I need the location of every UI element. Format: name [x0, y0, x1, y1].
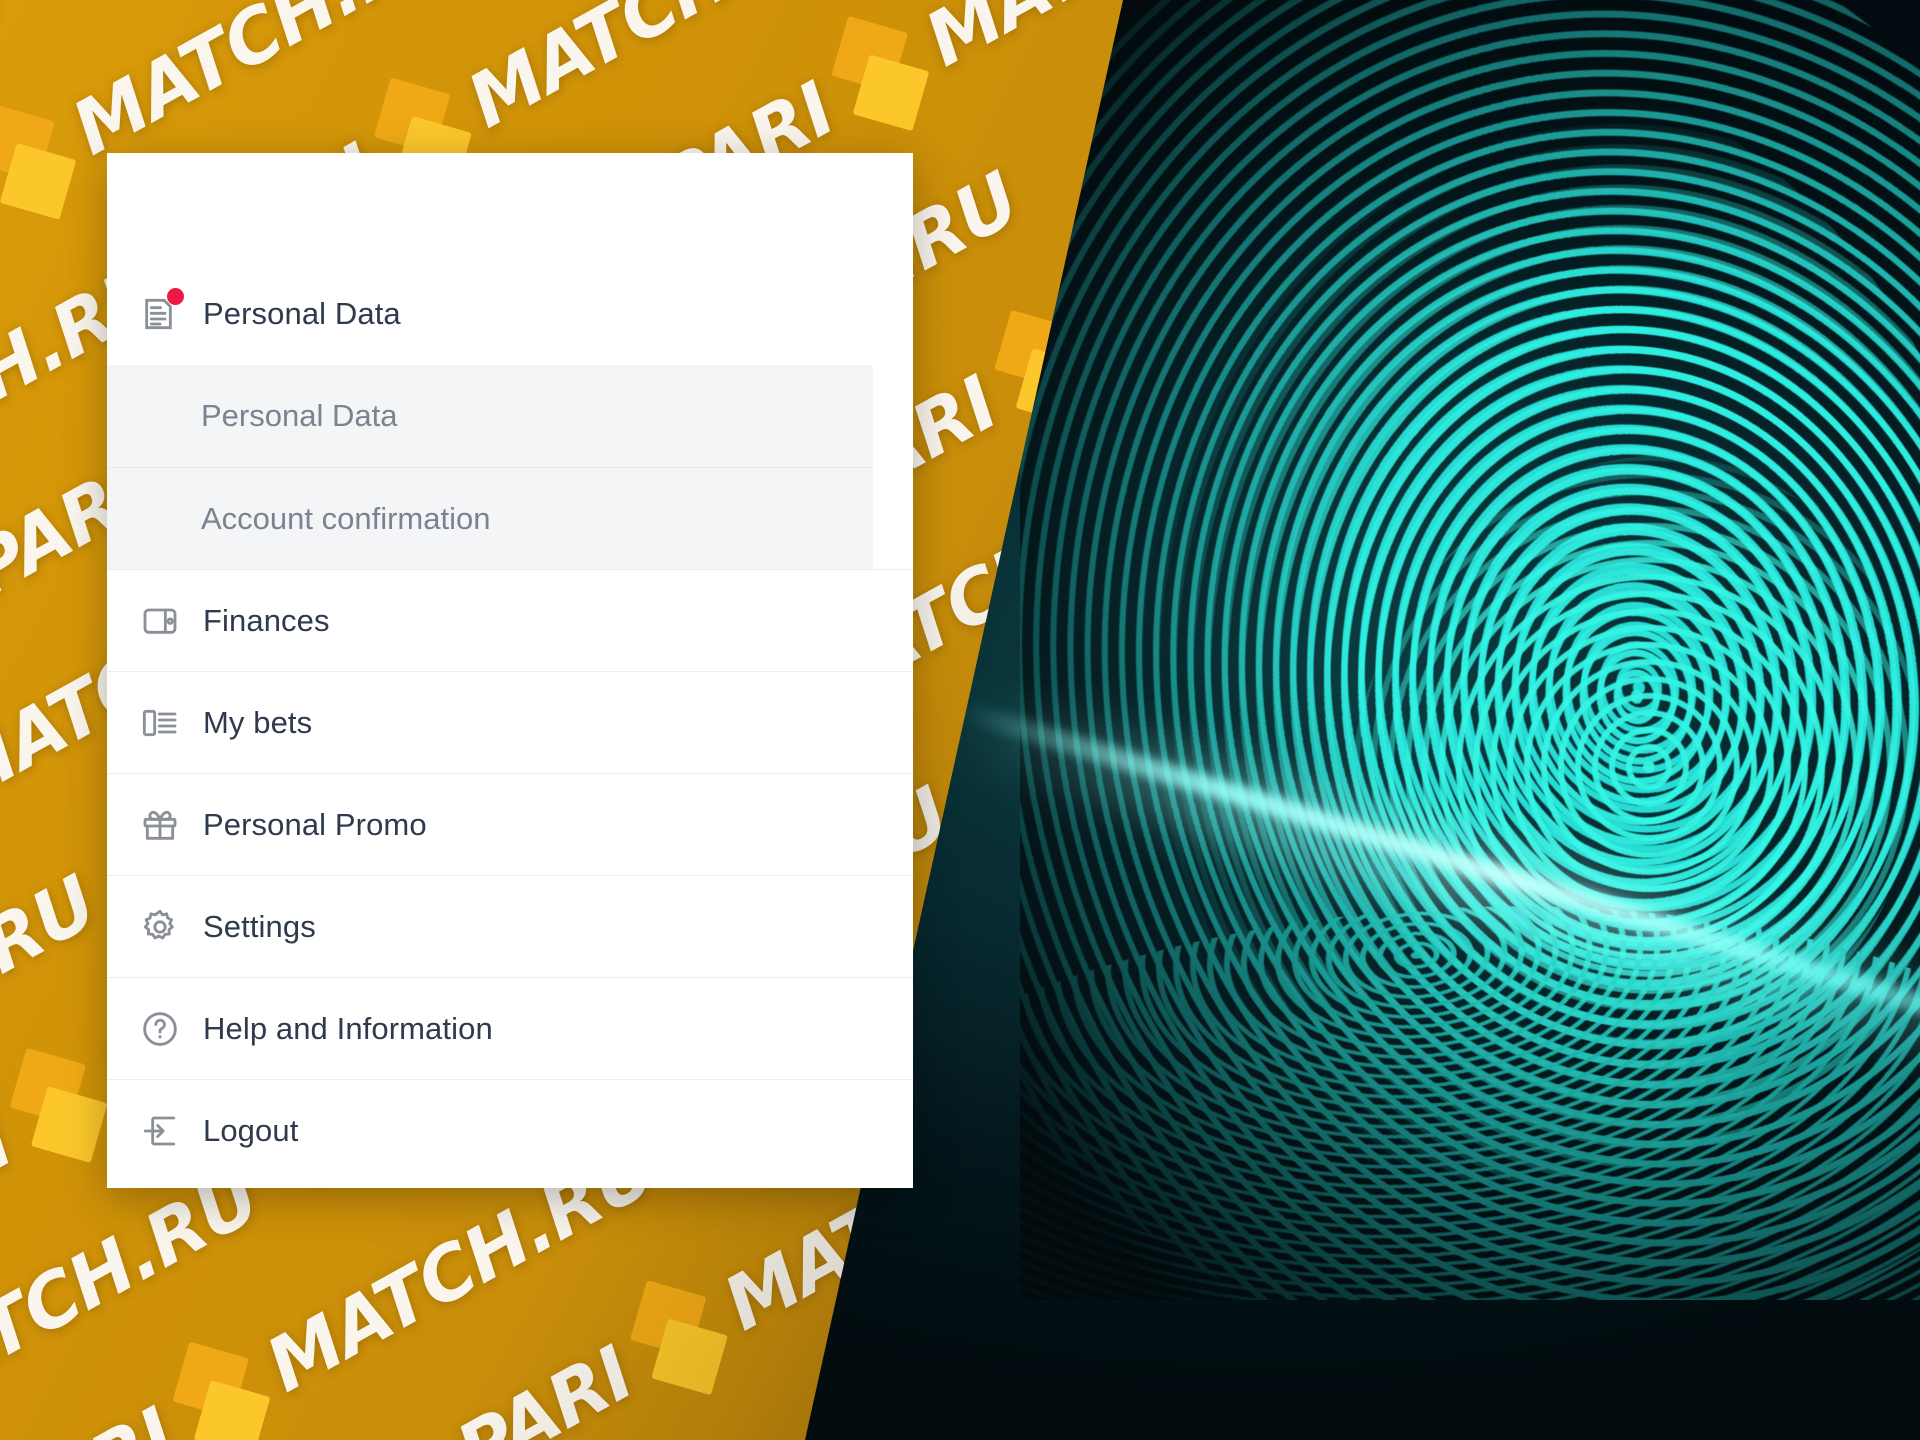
- menu-item-label: Help and Information: [203, 1010, 493, 1046]
- menu-item-settings[interactable]: Settings: [107, 875, 913, 977]
- panel-top-spacer: [107, 153, 913, 263]
- account-menu-panel: Personal Data Personal Data Account conf…: [107, 153, 913, 1188]
- gift-icon: [133, 798, 187, 852]
- gear-icon: [133, 900, 187, 954]
- document-lines-icon: [133, 287, 187, 341]
- personal-data-submenu: Personal Data Account confirmation: [107, 365, 873, 569]
- submenu-item-account-confirmation[interactable]: Account confirmation: [107, 467, 873, 569]
- menu-item-label: Logout: [203, 1112, 299, 1148]
- menu-item-label: My bets: [203, 704, 313, 740]
- menu-item-help-and-information[interactable]: Help and Information: [107, 977, 913, 1079]
- menu-item-logout[interactable]: Logout: [107, 1079, 913, 1181]
- menu-item-personal-data[interactable]: Personal Data: [107, 263, 913, 365]
- question-circle-icon: [133, 1002, 187, 1056]
- logout-arrow-icon: [133, 1104, 187, 1158]
- menu-item-label: Settings: [203, 908, 316, 944]
- bet-list-icon: [133, 696, 187, 750]
- menu-item-personal-promo[interactable]: Personal Promo: [107, 773, 913, 875]
- menu-item-label: Personal Promo: [203, 806, 427, 842]
- fingerprint-image: [1020, 0, 1920, 1300]
- wallet-icon: [133, 594, 187, 648]
- screen: PARI MATCH.RU PARI MATCH.RU PARI MATCH.R…: [0, 0, 1920, 1440]
- menu-item-label: Personal Data: [203, 296, 401, 331]
- notification-badge: [167, 288, 184, 305]
- menu-item-my-bets[interactable]: My bets: [107, 671, 913, 773]
- menu-item-label: Finances: [203, 602, 330, 638]
- submenu-item-personal-data[interactable]: Personal Data: [107, 365, 873, 467]
- menu-item-finances[interactable]: Finances: [107, 569, 913, 671]
